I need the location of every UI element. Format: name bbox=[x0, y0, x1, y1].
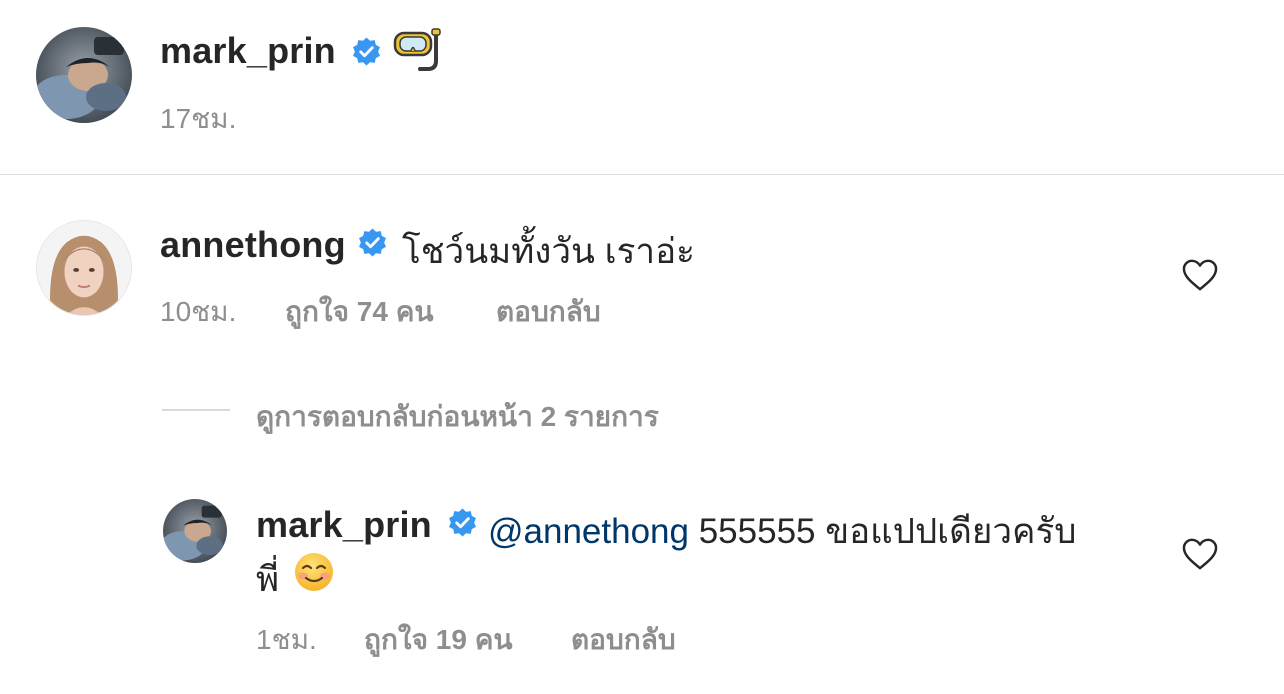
reply-text-line-1: @annethong 555555 ขอแปปเดียวครับ bbox=[488, 504, 1076, 559]
verified-badge-icon bbox=[351, 36, 382, 67]
verified-badge-icon bbox=[357, 227, 388, 258]
reply-like-heart-icon[interactable] bbox=[1181, 537, 1219, 571]
commenter-username[interactable]: annethong bbox=[160, 224, 346, 266]
comment-reply-button[interactable]: ตอบกลับ bbox=[496, 290, 601, 334]
post-author-avatar[interactable] bbox=[36, 27, 132, 123]
diving-mask-icon bbox=[392, 27, 442, 73]
reply-mention-link[interactable]: @annethong bbox=[488, 512, 689, 551]
commenter-avatar[interactable] bbox=[36, 220, 132, 316]
reply-author-avatar[interactable] bbox=[163, 499, 227, 563]
smiling-face-icon bbox=[293, 551, 335, 593]
comment-text: โชว์นมทั้งวัน เราอ่ะ bbox=[402, 232, 695, 271]
reply-reply-button[interactable]: ตอบกลับ bbox=[571, 618, 676, 662]
view-previous-replies-button[interactable]: ดูการตอบกลับก่อนหน้า 2 รายการ bbox=[256, 395, 659, 439]
comment-like-count[interactable]: ถูกใจ 74 คน bbox=[285, 290, 434, 334]
reply-text-continuation: พี่ bbox=[256, 560, 280, 599]
post-author-username[interactable]: mark_prin bbox=[160, 30, 336, 72]
verified-badge-icon bbox=[447, 507, 478, 538]
reply-author-username[interactable]: mark_prin bbox=[256, 504, 432, 546]
reply-timestamp: 1ชม. bbox=[256, 624, 317, 655]
section-divider bbox=[0, 174, 1284, 175]
post-timestamp: 17ชม. bbox=[160, 103, 237, 134]
replies-line bbox=[162, 409, 230, 411]
comment-like-heart-icon[interactable] bbox=[1181, 258, 1219, 292]
reply-text-line-2: พี่ bbox=[256, 552, 279, 607]
reply-like-count[interactable]: ถูกใจ 19 คน bbox=[364, 618, 513, 662]
comment-timestamp: 10ชม. bbox=[160, 296, 237, 327]
reply-text: 555555 ขอแปปเดียวครับ bbox=[698, 512, 1077, 551]
